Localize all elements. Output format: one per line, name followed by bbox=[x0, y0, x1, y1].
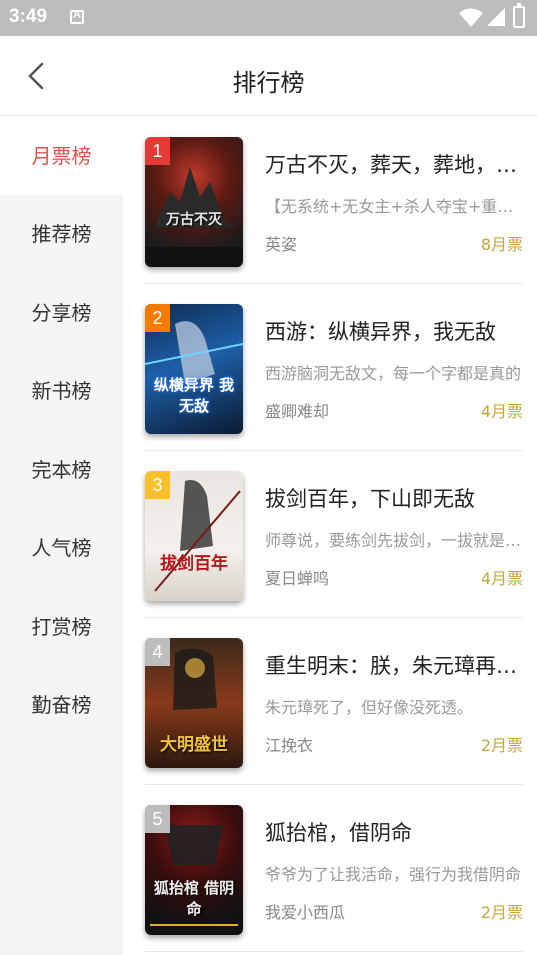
book-author: 夏日蝉鸣 bbox=[265, 569, 330, 588]
book-cover[interactable]: 拔剑百年 3 bbox=[145, 471, 243, 601]
rank-badge: 5 bbox=[145, 805, 170, 833]
signal-icon bbox=[487, 8, 505, 26]
book-cover[interactable]: 狐抬棺 借阴命 5 bbox=[145, 805, 243, 935]
book-title[interactable]: 西游：纵横异界，我无敌 bbox=[265, 316, 523, 346]
book-description: 爷爷为了让我活命，强行为我借阴命 bbox=[265, 865, 522, 884]
book-votes: 4月票 bbox=[480, 569, 523, 588]
sidebar-item-monthly-ticket[interactable]: 月票榜 bbox=[0, 117, 123, 195]
page-title: 排行榜 bbox=[232, 69, 305, 97]
sim-icon bbox=[70, 9, 84, 24]
ranking-sidebar: 月票榜 推荐榜 分享榜 新书榜 完本榜 人气榜 打赏榜 勤奋榜 bbox=[0, 117, 123, 955]
book-votes: 4月票 bbox=[480, 402, 523, 421]
rank-badge: 3 bbox=[145, 471, 170, 499]
book-item[interactable]: 狐抬棺 借阴命 5 狐抬棺，借阴命 爷爷为了让我活命，强行为我借阴命 我爱小西瓜… bbox=[145, 785, 523, 952]
sidebar-item-diligence[interactable]: 勤奋榜 bbox=[0, 666, 123, 744]
book-item[interactable]: 万古不灭 1 万古不灭，葬天，葬地，葬众生 【无系统+无女主+杀人夺宝+重生】 … bbox=[145, 117, 523, 284]
wifi-icon bbox=[459, 8, 483, 27]
cover-title: 拔剑百年 bbox=[160, 554, 228, 574]
book-cover[interactable]: 万古不灭 1 bbox=[145, 137, 243, 267]
book-title[interactable]: 万古不灭，葬天，葬地，葬众生 bbox=[265, 149, 523, 179]
book-item[interactable]: 大明盛世 4 重生明末：朕，朱元璋再创大明盛世 朱元璋死了，但好像没死透。 江挽… bbox=[145, 618, 523, 785]
sidebar-item-popularity[interactable]: 人气榜 bbox=[0, 509, 123, 587]
book-author: 盛卿难却 bbox=[265, 402, 330, 421]
sidebar-item-new-books[interactable]: 新书榜 bbox=[0, 352, 123, 430]
book-description: 西游脑洞无敌文，每一个字都是真的 bbox=[265, 364, 522, 383]
app-header: 排行榜 bbox=[0, 36, 537, 116]
status-time: 3:49 bbox=[9, 6, 48, 27]
rank-badge: 4 bbox=[145, 638, 170, 666]
book-description: 【无系统+无女主+杀人夺宝+重生】 bbox=[265, 197, 523, 216]
cover-title: 万古不灭 bbox=[166, 212, 222, 228]
book-cover[interactable]: 纵横异界 我无敌 2 bbox=[145, 304, 243, 434]
cover-title: 狐抬棺 借阴命 bbox=[153, 879, 235, 918]
book-title[interactable]: 重生明末：朕，朱元璋再创大明盛世 bbox=[265, 650, 523, 680]
book-description: 朱元璋死了，但好像没死透。 bbox=[265, 698, 474, 717]
book-cover[interactable]: 大明盛世 4 bbox=[145, 638, 243, 768]
rank-badge: 1 bbox=[145, 137, 170, 165]
book-votes: 8月票 bbox=[480, 235, 523, 254]
sidebar-item-share[interactable]: 分享榜 bbox=[0, 274, 123, 352]
rank-badge: 2 bbox=[145, 304, 170, 332]
cover-title: 纵横异界 我无敌 bbox=[153, 376, 235, 415]
book-title[interactable]: 狐抬棺，借阴命 bbox=[265, 817, 523, 847]
book-title[interactable]: 拔剑百年，下山即无敌 bbox=[265, 483, 523, 513]
book-votes: 2月票 bbox=[480, 903, 523, 922]
sidebar-item-reward[interactable]: 打赏榜 bbox=[0, 588, 123, 666]
book-item[interactable]: 拔剑百年 3 拔剑百年，下山即无敌 师尊说，要练剑先拔剑，一拔就是百年 夏日蝉鸣… bbox=[145, 451, 523, 618]
sidebar-item-completed[interactable]: 完本榜 bbox=[0, 431, 123, 509]
cover-title: 大明盛世 bbox=[160, 735, 228, 755]
book-votes: 2月票 bbox=[480, 736, 523, 755]
book-item[interactable]: 纵横异界 我无敌 2 西游：纵横异界，我无敌 西游脑洞无敌文，每一个字都是真的 … bbox=[145, 284, 523, 451]
book-author: 江挽衣 bbox=[265, 736, 314, 755]
status-bar: 3:49 bbox=[0, 0, 537, 36]
book-description: 师尊说，要练剑先拔剑，一拔就是百年 bbox=[265, 531, 523, 550]
book-author: 英姿 bbox=[265, 235, 298, 254]
sidebar-item-recommend[interactable]: 推荐榜 bbox=[0, 195, 123, 273]
battery-icon bbox=[513, 3, 525, 28]
book-author: 我爱小西瓜 bbox=[265, 903, 346, 922]
